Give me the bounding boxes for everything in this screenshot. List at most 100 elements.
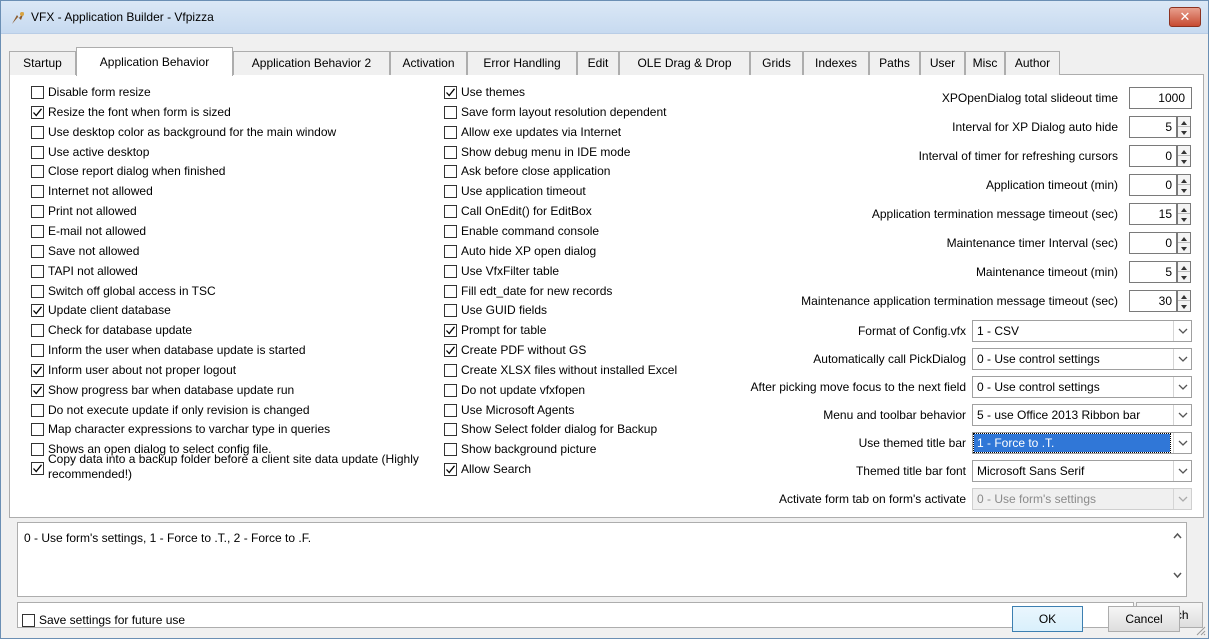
dropdown-use-themed-title-bar[interactable]: 1 - Force to .T. (972, 432, 1192, 454)
ok-button[interactable]: OK (1012, 606, 1083, 632)
spinner-value[interactable]: 15 (1129, 203, 1177, 225)
checkbox-checked-icon[interactable] (444, 86, 457, 99)
checkbox-empty-icon[interactable] (444, 105, 457, 119)
checkbox-empty-icon[interactable] (444, 244, 457, 258)
checkbox-empty-icon[interactable] (31, 185, 44, 199)
chevron-down-icon[interactable] (1173, 349, 1191, 369)
spin-down-icon[interactable] (1178, 156, 1190, 166)
spinner-buttons[interactable] (1177, 232, 1191, 254)
spin-up-icon[interactable] (1178, 117, 1190, 127)
tab-indexes[interactable]: Indexes (803, 51, 869, 75)
description-memo[interactable]: 0 - Use form's settings, 1 - Force to .T… (17, 522, 1187, 597)
checkbox-empty-icon[interactable] (31, 86, 44, 99)
spinner-interval-for-xp-dialog-auto-hide[interactable]: 5 (1129, 116, 1192, 138)
chevron-down-icon[interactable] (1173, 461, 1191, 481)
spin-down-icon[interactable] (1178, 185, 1190, 195)
checkbox-empty-icon[interactable] (444, 205, 457, 219)
spinner-buttons[interactable] (1177, 145, 1191, 167)
title-bar[interactable]: VFX - Application Builder - Vfpizza ✕ (1, 1, 1208, 34)
number-input-xpopendialog-total-slideout-time[interactable]: 1000 (1129, 87, 1192, 109)
checkbox-empty-icon[interactable] (31, 224, 44, 238)
dropdown-automatically-call-pickdialog[interactable]: 0 - Use control settings (972, 348, 1192, 370)
spin-down-icon[interactable] (1178, 214, 1190, 224)
spinner-buttons[interactable] (1177, 203, 1191, 225)
checkbox-checked-icon[interactable] (444, 324, 457, 338)
chevron-down-icon[interactable] (1173, 377, 1191, 397)
tab-application-behavior[interactable]: Application Behavior (76, 47, 233, 76)
spin-up-icon[interactable] (1178, 146, 1190, 156)
checkbox-empty-icon[interactable] (31, 443, 44, 457)
checkbox-checked-icon[interactable] (31, 462, 44, 476)
spin-down-icon[interactable] (1178, 127, 1190, 137)
tab-startup[interactable]: Startup (9, 51, 76, 75)
checkbox-checked-icon[interactable] (31, 304, 44, 318)
checkbox-checked-icon[interactable] (444, 463, 457, 477)
spin-up-icon[interactable] (1178, 175, 1190, 185)
checkbox-empty-icon[interactable] (444, 145, 457, 159)
tab-application-behavior-2[interactable]: Application Behavior 2 (233, 51, 390, 75)
checkbox-empty-icon[interactable] (444, 383, 457, 397)
spin-down-icon[interactable] (1178, 301, 1190, 311)
checkbox-empty-icon[interactable] (31, 244, 44, 258)
dropdown-after-picking-move-focus-to-the-next-fie[interactable]: 0 - Use control settings (972, 376, 1192, 398)
spin-up-icon[interactable] (1178, 233, 1190, 243)
checkbox-empty-icon[interactable] (444, 185, 457, 199)
dropdown-format-of-config-vfx[interactable]: 1 - CSV (972, 320, 1192, 342)
checkbox-empty-icon[interactable] (31, 125, 44, 139)
checkbox-checked-icon[interactable] (31, 383, 44, 397)
spinner-value[interactable]: 30 (1129, 290, 1177, 312)
chevron-down-icon[interactable] (1173, 405, 1191, 425)
resize-grip-icon[interactable] (1194, 624, 1206, 636)
spinner-value[interactable]: 0 (1129, 174, 1177, 196)
dropdown-themed-title-bar-font[interactable]: Microsoft Sans Serif (972, 460, 1192, 482)
spinner-maintenance-timeout-min[interactable]: 5 (1129, 261, 1192, 283)
spinner-interval-of-timer-for-refreshing-cursors[interactable]: 0 (1129, 145, 1192, 167)
spinner-maintenance-timer-interval-sec[interactable]: 0 (1129, 232, 1192, 254)
checkbox-empty-icon[interactable] (444, 125, 457, 139)
spin-down-icon[interactable] (1178, 243, 1190, 253)
checkbox-empty-icon[interactable] (444, 423, 457, 437)
checkbox-empty-icon[interactable] (31, 145, 44, 159)
checkbox-empty-icon[interactable] (444, 264, 457, 278)
checkbox-empty-icon[interactable] (444, 403, 457, 417)
tab-grids[interactable]: Grids (750, 51, 803, 75)
spinner-application-termination-message-timeout-[interactable]: 15 (1129, 203, 1192, 225)
spin-up-icon[interactable] (1178, 291, 1190, 301)
checkbox-empty-icon[interactable] (444, 224, 457, 238)
checkbox-empty-icon[interactable] (31, 264, 44, 278)
description-scrollbar[interactable] (1169, 523, 1186, 596)
checkbox-empty-icon[interactable] (31, 344, 44, 358)
checkbox-empty-icon[interactable] (31, 324, 44, 338)
tab-paths[interactable]: Paths (869, 51, 920, 75)
spinner-buttons[interactable] (1177, 261, 1191, 283)
spinner-maintenance-application-termination-mess[interactable]: 30 (1129, 290, 1192, 312)
spin-up-icon[interactable] (1178, 204, 1190, 214)
close-button[interactable]: ✕ (1169, 7, 1201, 27)
checkbox-empty-icon[interactable] (444, 165, 457, 179)
checkbox-empty-icon[interactable] (444, 284, 457, 298)
cancel-button[interactable]: Cancel (1108, 606, 1180, 632)
spinner-value[interactable]: 5 (1129, 116, 1177, 138)
spinner-application-timeout-min[interactable]: 0 (1129, 174, 1192, 196)
save-settings-box[interactable] (22, 614, 35, 627)
tab-error-handling[interactable]: Error Handling (467, 51, 577, 75)
spinner-buttons[interactable] (1177, 116, 1191, 138)
tab-author[interactable]: Author (1005, 51, 1060, 75)
dropdown-menu-and-toolbar-behavior[interactable]: 5 - use Office 2013 Ribbon bar (972, 404, 1192, 426)
tab-user[interactable]: User (920, 51, 965, 75)
chevron-down-icon[interactable] (1173, 321, 1191, 341)
spinner-buttons[interactable] (1177, 290, 1191, 312)
spinner-value[interactable]: 0 (1129, 145, 1177, 167)
chevron-down-icon[interactable] (1173, 433, 1191, 453)
checkbox-checked-icon[interactable] (444, 344, 457, 358)
tab-misc[interactable]: Misc (965, 51, 1005, 75)
checkbox-checked-icon[interactable] (31, 105, 44, 119)
tab-activation[interactable]: Activation (390, 51, 467, 75)
checkbox-empty-icon[interactable] (444, 304, 457, 318)
spin-up-icon[interactable] (1178, 262, 1190, 272)
spinner-value[interactable]: 0 (1129, 232, 1177, 254)
spinner-buttons[interactable] (1177, 174, 1191, 196)
checkbox-empty-icon[interactable] (31, 284, 44, 298)
checkbox-empty-icon[interactable] (31, 403, 44, 417)
checkbox-empty-icon[interactable] (31, 423, 44, 437)
